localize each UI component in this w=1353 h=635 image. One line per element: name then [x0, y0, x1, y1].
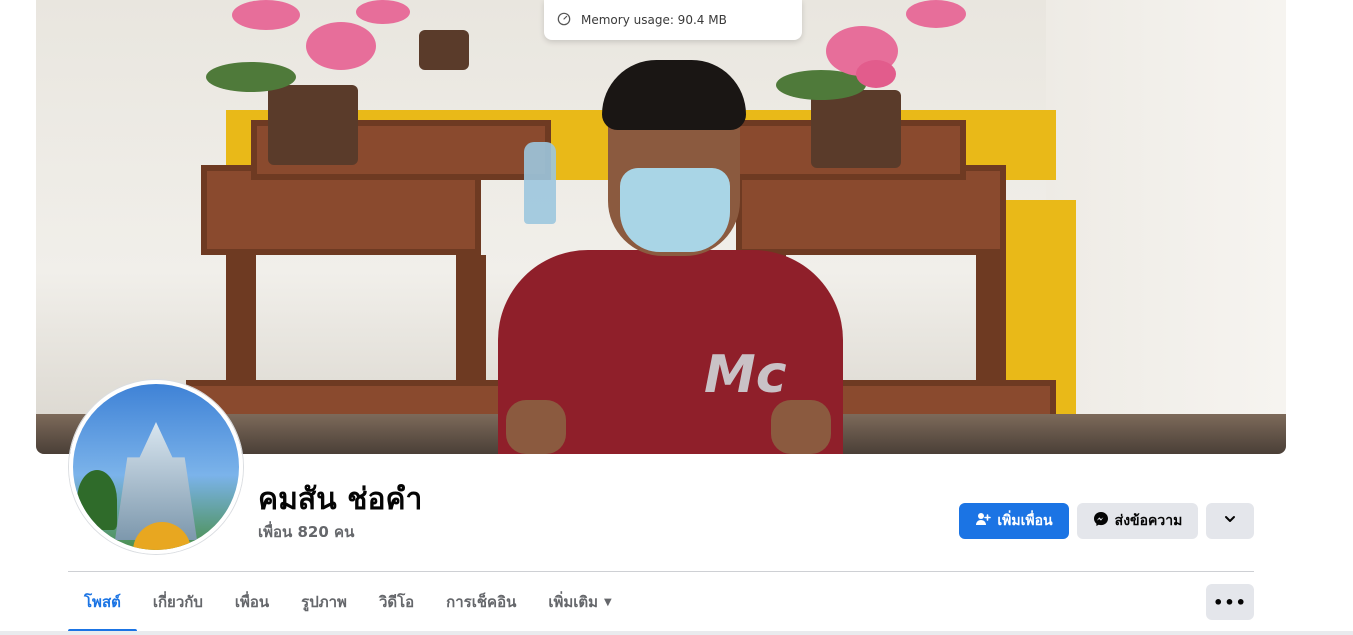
tab-label: เพิ่มเติม: [548, 593, 599, 611]
gauge-icon: [557, 12, 571, 29]
friends-count-link[interactable]: เพื่อน 820 คน: [258, 520, 354, 544]
chevron-down-icon: [1222, 511, 1238, 531]
messenger-icon: [1093, 511, 1109, 531]
tab-checkins[interactable]: การเช็คอิน: [430, 572, 532, 632]
tab-about[interactable]: เกี่ยวกับ: [137, 572, 219, 632]
tab-label: วิดีโอ: [378, 593, 415, 611]
message-button[interactable]: ส่งข้อความ: [1077, 503, 1198, 539]
profile-more-dropdown-button[interactable]: [1206, 503, 1254, 539]
cover-flower: [232, 0, 300, 30]
cover-flower-pot: [268, 85, 358, 165]
cover-flower: [906, 0, 966, 28]
tab-posts[interactable]: โพสต์: [68, 572, 137, 632]
tab-label: รูปภาพ: [301, 593, 347, 611]
cover-flower: [356, 0, 410, 24]
tab-friends[interactable]: เพื่อน: [219, 572, 285, 632]
caret-down-icon: ▼: [604, 596, 612, 608]
cover-table-leg: [456, 255, 486, 380]
cover-person-mask: [620, 168, 730, 252]
cover-leaf: [206, 62, 296, 92]
cover-person-arm: [771, 400, 831, 454]
message-label: ส่งข้อความ: [1114, 513, 1183, 529]
cover-flower: [856, 60, 896, 88]
tab-label: เกี่ยวกับ: [152, 593, 203, 611]
tab-label: การเช็คอิน: [446, 593, 517, 611]
cover-shirt-logo: Mc: [704, 345, 787, 405]
tab-options-button[interactable]: •••: [1206, 584, 1254, 620]
cover-table-leg: [976, 255, 1006, 380]
avatar-palm: [77, 470, 117, 530]
add-friend-button[interactable]: เพิ่มเพื่อน: [959, 503, 1069, 539]
add-person-icon: [975, 511, 992, 531]
tab-label: เพื่อน: [234, 593, 270, 611]
profile-tabs: โพสต์ เกี่ยวกับ เพื่อน รูปภาพ วิดีโอ การ…: [68, 572, 628, 632]
tab-more[interactable]: เพิ่มเติม ▼: [532, 572, 627, 632]
tab-photos[interactable]: รูปภาพ: [285, 572, 363, 632]
cover-wall: [1046, 0, 1286, 454]
add-friend-label: เพิ่มเพื่อน: [997, 513, 1053, 529]
cover-water-bottle: [524, 142, 556, 224]
cover-person-hair: [602, 60, 746, 130]
cover-person-arm: [506, 400, 566, 454]
cover-photo[interactable]: Mc: [36, 0, 1286, 454]
cover-flower-pot: [811, 90, 901, 168]
tab-label: โพสต์: [84, 593, 121, 611]
cover-table-leg: [226, 255, 256, 380]
cover-flower: [306, 22, 376, 70]
memory-usage-tooltip: Memory usage: 90.4 MB: [544, 0, 802, 40]
tab-videos[interactable]: วิดีโอ: [363, 572, 430, 632]
profile-name: คมสัน ช่อคำ: [258, 482, 423, 517]
page-bottom-divider: [0, 631, 1353, 635]
memory-usage-text: Memory usage: 90.4 MB: [581, 13, 727, 27]
cover-flower-pot: [419, 30, 469, 70]
profile-avatar[interactable]: [69, 380, 243, 554]
